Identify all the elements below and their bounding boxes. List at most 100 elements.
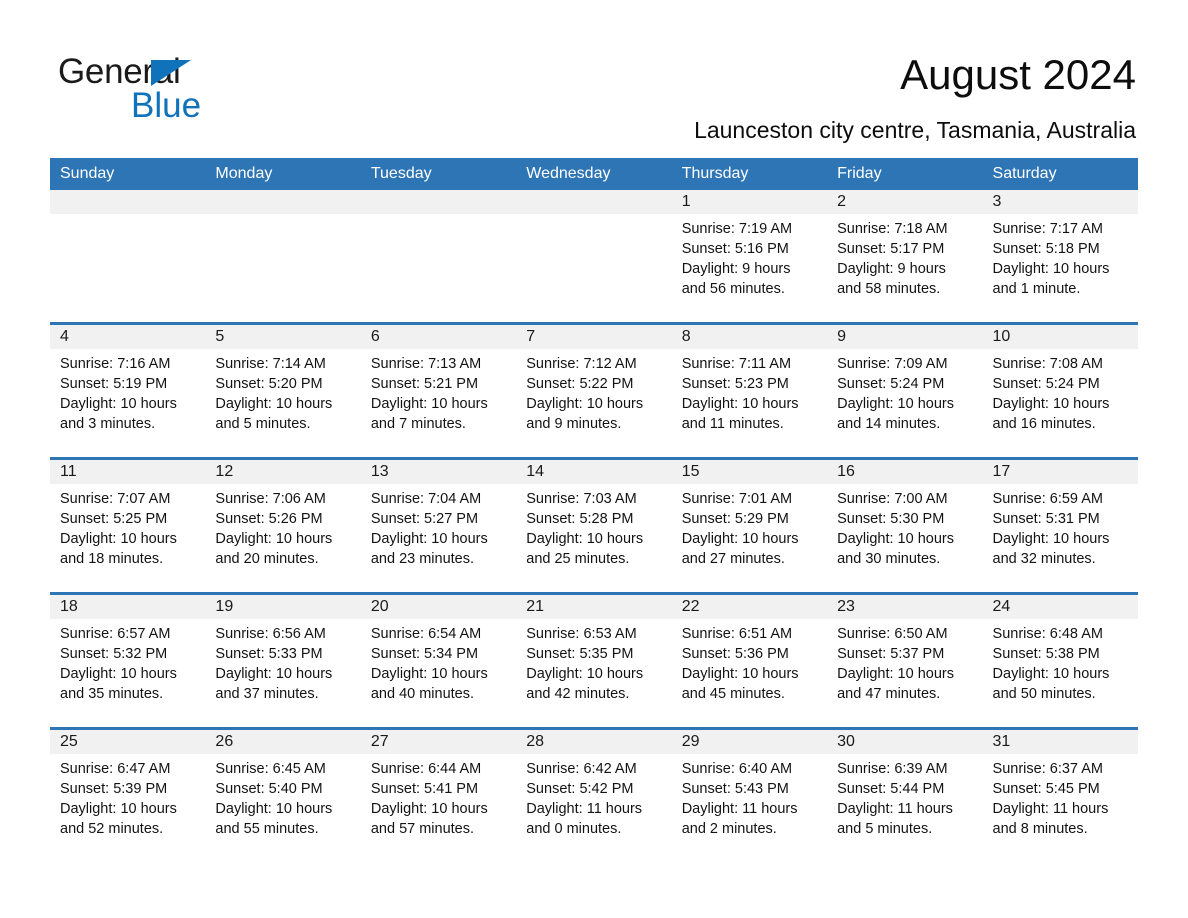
daylight-text-line1: Daylight: 10 hours — [837, 531, 954, 547]
calendar-day-cell[interactable]: 3 Sunrise: 7:17 AM Sunset: 5:18 PM Daylight… — [982, 190, 1138, 324]
day-details: Sunrise: 6:42 AM Sunset: 5:42 PM Daylight:… — [516, 754, 671, 839]
sunset-text: Sunset: 5:23 PM — [681, 376, 789, 392]
sunrise-text: Sunrise: 6:50 AM — [837, 626, 948, 642]
daylight-text-line2: and 8 minutes. — [992, 821, 1088, 837]
day-details: Sunrise: 6:57 AM Sunset: 5:32 PM Daylight:… — [50, 619, 205, 704]
day-details: Sunrise: 7:07 AM Sunset: 5:25 PM Daylight:… — [50, 484, 205, 569]
daylight-text-line1: Daylight: 10 hours — [370, 531, 488, 547]
day-number: 5 — [205, 325, 361, 349]
day-cell-inner: 5 Sunrise: 7:14 AM Sunset: 5:20 PM Daylight… — [205, 325, 361, 457]
daylight-text-line1: Daylight: 10 hours — [526, 396, 644, 412]
weekday-header-tuesday: Tuesday — [360, 158, 517, 190]
sunset-text: Sunset: 5:24 PM — [992, 376, 1100, 392]
day-cell-inner: 2 Sunrise: 7:18 AM Sunset: 5:17 PM Daylight… — [827, 190, 983, 322]
daylight-text-line1: Daylight: 10 hours — [215, 396, 333, 412]
day-number — [516, 190, 672, 214]
daylight-text-line1: Daylight: 10 hours — [992, 396, 1110, 412]
sunset-text: Sunset: 5:16 PM — [681, 241, 789, 257]
day-number: 2 — [827, 190, 983, 214]
weekday-header-saturday: Saturday — [982, 158, 1138, 190]
calendar-day-cell[interactable]: 29 Sunrise: 6:40 AM Sunset: 5:43 PM Dayligh… — [671, 727, 828, 862]
day-cell-inner: 19 Sunrise: 6:56 AM Sunset: 5:33 PM Dayligh… — [205, 595, 361, 727]
calendar-day-cell[interactable]: 1 Sunrise: 7:19 AM Sunset: 5:16 PM Daylight… — [671, 190, 828, 324]
calendar-day-cell[interactable]: 18 Sunrise: 6:57 AM Sunset: 5:32 PM Dayligh… — [50, 592, 206, 729]
page-header: General Blue August 2024 Launceston city… — [0, 0, 1188, 152]
calendar-day-cell[interactable]: 9 Sunrise: 7:09 AM Sunset: 5:24 PM Daylight… — [827, 322, 983, 459]
calendar-day-cell[interactable]: 27 Sunrise: 6:44 AM Sunset: 5:41 PM Dayligh… — [360, 727, 517, 862]
calendar-day-cell[interactable]: 21 Sunrise: 6:53 AM Sunset: 5:35 PM Dayligh… — [516, 592, 672, 729]
calendar-day-cell[interactable]: 26 Sunrise: 6:45 AM Sunset: 5:40 PM Dayligh… — [205, 727, 361, 862]
calendar-day-cell[interactable]: 14 Sunrise: 7:03 AM Sunset: 5:28 PM Dayligh… — [516, 457, 672, 594]
calendar-day-cell[interactable]: 15 Sunrise: 7:01 AM Sunset: 5:29 PM Dayligh… — [671, 457, 828, 594]
day-number: 22 — [671, 595, 828, 619]
calendar-week-row: 4 Sunrise: 7:16 AM Sunset: 5:19 PM Daylight… — [50, 322, 1138, 459]
calendar-day-cell[interactable]: 2 Sunrise: 7:18 AM Sunset: 5:17 PM Daylight… — [827, 190, 983, 324]
daylight-text-line1: Daylight: 10 hours — [370, 666, 488, 682]
calendar-day-cell[interactable]: 24 Sunrise: 6:48 AM Sunset: 5:38 PM Dayligh… — [982, 592, 1138, 729]
day-details: Sunrise: 6:56 AM Sunset: 5:33 PM Daylight:… — [205, 619, 360, 704]
sunset-text: Sunset: 5:20 PM — [215, 376, 323, 392]
sunrise-text: Sunrise: 6:47 AM — [60, 761, 171, 777]
daylight-text-line2: and 9 minutes. — [526, 416, 622, 432]
day-details: Sunrise: 6:53 AM Sunset: 5:35 PM Daylight:… — [516, 619, 671, 704]
calendar-header-row: Sunday Monday Tuesday Wednesday Thursday… — [50, 158, 1138, 190]
calendar-day-cell-empty — [360, 190, 517, 324]
calendar-day-cell[interactable]: 8 Sunrise: 7:11 AM Sunset: 5:23 PM Daylight… — [671, 322, 828, 459]
weekday-header-monday: Monday — [205, 158, 361, 190]
calendar-day-cell[interactable]: 19 Sunrise: 6:56 AM Sunset: 5:33 PM Dayligh… — [205, 592, 361, 729]
day-number: 11 — [50, 460, 206, 484]
calendar-day-cell[interactable]: 25 Sunrise: 6:47 AM Sunset: 5:39 PM Dayligh… — [50, 727, 206, 862]
daylight-text-line1: Daylight: 10 hours — [681, 396, 799, 412]
daylight-text-line2: and 42 minutes. — [526, 686, 630, 702]
day-details: Sunrise: 7:00 AM Sunset: 5:30 PM Daylight:… — [827, 484, 982, 569]
sunset-text: Sunset: 5:43 PM — [681, 781, 789, 797]
sunset-text: Sunset: 5:17 PM — [837, 241, 945, 257]
page-title: August 2024 — [900, 51, 1136, 98]
day-cell-inner: 13 Sunrise: 7:04 AM Sunset: 5:27 PM Dayligh… — [360, 460, 517, 592]
calendar-day-cell[interactable]: 10 Sunrise: 7:08 AM Sunset: 5:24 PM Dayligh… — [982, 322, 1138, 459]
day-number: 13 — [360, 460, 517, 484]
daylight-text-line1: Daylight: 11 hours — [526, 801, 643, 817]
calendar-day-cell[interactable]: 30 Sunrise: 6:39 AM Sunset: 5:44 PM Dayligh… — [827, 727, 983, 862]
logo-text-blue: Blue — [131, 86, 202, 125]
calendar-day-cell[interactable]: 16 Sunrise: 7:00 AM Sunset: 5:30 PM Dayligh… — [827, 457, 983, 594]
calendar-day-cell[interactable]: 7 Sunrise: 7:12 AM Sunset: 5:22 PM Daylight… — [516, 322, 672, 459]
calendar-day-cell[interactable]: 13 Sunrise: 7:04 AM Sunset: 5:27 PM Dayligh… — [360, 457, 517, 594]
sunrise-text: Sunrise: 6:51 AM — [681, 626, 793, 642]
day-cell-inner: 8 Sunrise: 7:11 AM Sunset: 5:23 PM Daylight… — [671, 325, 828, 457]
day-number: 19 — [205, 595, 361, 619]
sunset-text: Sunset: 5:21 PM — [370, 376, 479, 392]
sunset-text: Sunset: 5:24 PM — [837, 376, 945, 392]
calendar-day-cell[interactable]: 23 Sunrise: 6:50 AM Sunset: 5:37 PM Dayligh… — [827, 592, 983, 729]
sunrise-text: Sunrise: 6:39 AM — [837, 761, 948, 777]
daylight-text-line1: Daylight: 10 hours — [681, 531, 799, 547]
daylight-text-line1: Daylight: 10 hours — [526, 531, 644, 547]
calendar-day-cell[interactable]: 22 Sunrise: 6:51 AM Sunset: 5:36 PM Dayligh… — [671, 592, 828, 729]
calendar-day-cell[interactable]: 5 Sunrise: 7:14 AM Sunset: 5:20 PM Daylight… — [205, 322, 361, 459]
day-cell-inner: 30 Sunrise: 6:39 AM Sunset: 5:44 PM Dayligh… — [827, 730, 983, 862]
calendar-day-cell[interactable]: 28 Sunrise: 6:42 AM Sunset: 5:42 PM Dayligh… — [516, 727, 672, 862]
sunrise-text: Sunrise: 7:07 AM — [60, 491, 171, 507]
calendar-day-cell[interactable]: 17 Sunrise: 6:59 AM Sunset: 5:31 PM Dayligh… — [982, 457, 1138, 594]
sunrise-text: Sunrise: 6:53 AM — [526, 626, 637, 642]
sunset-text: Sunset: 5:42 PM — [526, 781, 634, 797]
day-number: 26 — [205, 730, 361, 754]
day-number: 27 — [360, 730, 517, 754]
day-details: Sunrise: 7:11 AM Sunset: 5:23 PM Daylight:… — [672, 349, 827, 434]
calendar-day-cell[interactable]: 31 Sunrise: 6:37 AM Sunset: 5:45 PM Dayligh… — [982, 727, 1138, 862]
day-cell-inner: 3 Sunrise: 7:17 AM Sunset: 5:18 PM Daylight… — [982, 190, 1138, 322]
calendar-day-cell[interactable]: 4 Sunrise: 7:16 AM Sunset: 5:19 PM Daylight… — [50, 322, 206, 459]
calendar-day-cell[interactable]: 6 Sunrise: 7:13 AM Sunset: 5:21 PM Daylight… — [360, 322, 517, 459]
day-details: Sunrise: 7:03 AM Sunset: 5:28 PM Daylight:… — [516, 484, 671, 569]
daylight-text-line2: and 20 minutes. — [215, 551, 319, 567]
calendar-day-cell[interactable]: 20 Sunrise: 6:54 AM Sunset: 5:34 PM Dayligh… — [360, 592, 517, 729]
calendar-day-cell[interactable]: 11 Sunrise: 7:07 AM Sunset: 5:25 PM Dayligh… — [50, 457, 206, 594]
day-number: 16 — [827, 460, 983, 484]
day-number: 30 — [827, 730, 983, 754]
generalblue-logo[interactable]: General Blue — [58, 52, 318, 132]
daylight-text-line2: and 14 minutes. — [837, 416, 941, 432]
calendar-day-cell[interactable]: 12 Sunrise: 7:06 AM Sunset: 5:26 PM Dayligh… — [205, 457, 361, 594]
day-cell-inner: 1 Sunrise: 7:19 AM Sunset: 5:16 PM Daylight… — [671, 190, 828, 322]
day-cell-inner: 17 Sunrise: 6:59 AM Sunset: 5:31 PM Dayligh… — [982, 460, 1138, 592]
day-cell-inner: 18 Sunrise: 6:57 AM Sunset: 5:32 PM Dayligh… — [50, 595, 206, 727]
